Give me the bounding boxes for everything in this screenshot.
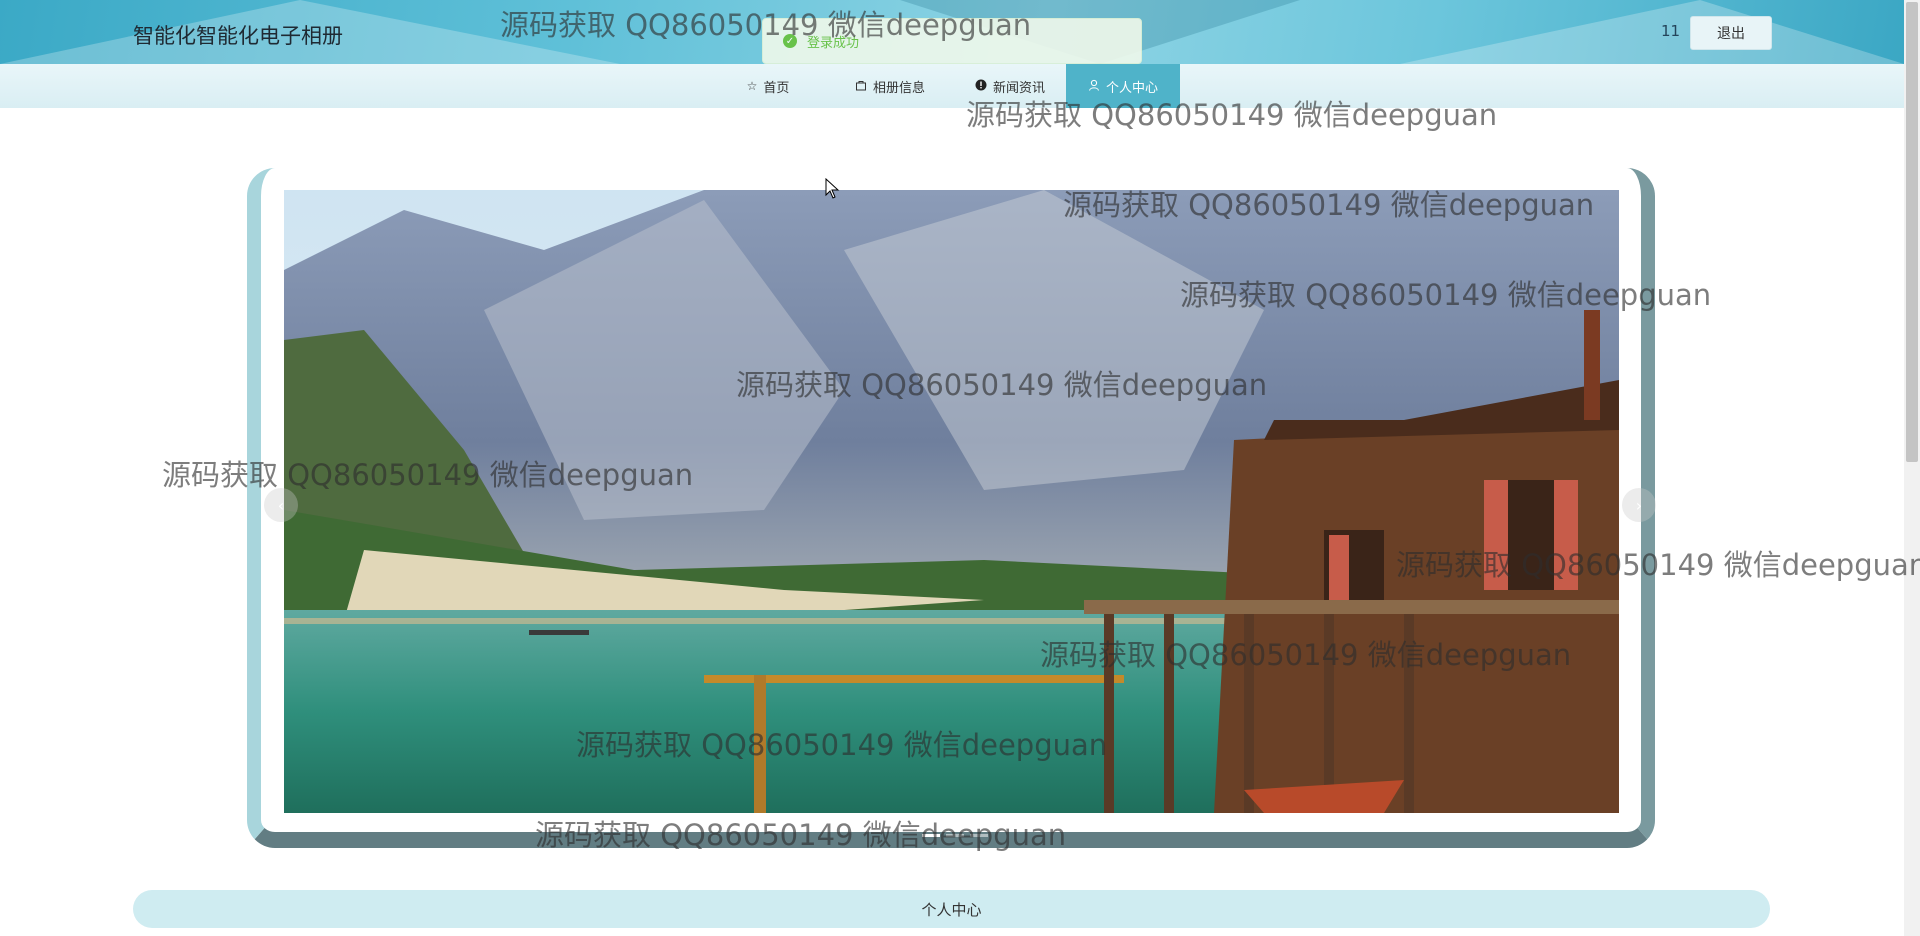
site-title: 智能化智能化电子相册 xyxy=(133,24,343,48)
section-title: 个人中心 xyxy=(133,890,1770,928)
carousel-dot[interactable] xyxy=(970,834,988,837)
star-icon: ☆ xyxy=(746,79,758,93)
nav-item-label: 个人中心 xyxy=(1105,80,1158,96)
nav-item-label: 首页 xyxy=(763,80,790,96)
toast-message: 登录成功 xyxy=(807,35,860,51)
nav-item-label: 新闻资讯 xyxy=(992,80,1045,96)
carousel-dot[interactable] xyxy=(946,834,964,837)
carousel-slide-image[interactable] xyxy=(284,190,1619,813)
main-nav: ☆ 首页 相册信息 新闻资讯 个人中心 xyxy=(0,64,1904,108)
user-icon xyxy=(1088,79,1100,94)
carousel-dot[interactable] xyxy=(922,834,940,837)
scrollbar-thumb[interactable] xyxy=(1906,2,1918,462)
nav-item-label: 相册信息 xyxy=(872,80,925,96)
bag-icon xyxy=(855,79,867,94)
mouse-cursor-icon xyxy=(825,178,840,199)
chevron-right-icon: › xyxy=(1635,495,1643,515)
nav-item-profile[interactable]: 个人中心 xyxy=(1066,64,1180,108)
nav-item-albums[interactable]: 相册信息 xyxy=(840,64,940,108)
info-icon xyxy=(975,79,987,94)
chevron-left-icon: ‹ xyxy=(277,495,285,515)
logout-button[interactable]: 退出 xyxy=(1690,16,1772,50)
nav-item-news[interactable]: 新闻资讯 xyxy=(960,64,1060,108)
carousel-prev-button[interactable]: ‹ xyxy=(264,488,298,522)
login-success-toast: ✓ 登录成功 xyxy=(762,18,1142,64)
username-label: 11 xyxy=(1661,22,1681,40)
check-circle-icon: ✓ xyxy=(783,34,797,48)
carousel-next-button[interactable]: › xyxy=(1622,488,1656,522)
nav-item-home[interactable]: ☆ 首页 xyxy=(728,64,808,108)
carousel-indicators xyxy=(922,834,988,837)
